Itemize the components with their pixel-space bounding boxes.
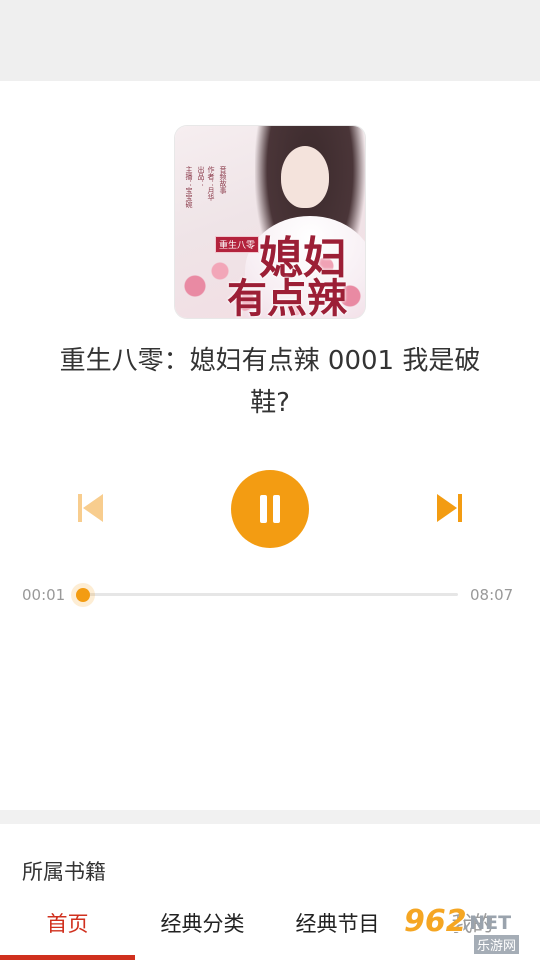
episode-title: 重生八零：媳妇有点辣 0001 我是破鞋? [59,346,481,418]
tab-classic-programs[interactable]: 经典节目 [270,886,405,960]
section-divider [0,810,540,824]
tab-home[interactable]: 首页 [0,886,135,960]
total-time: 08:07 [470,586,514,604]
section-title: 所属书籍 [22,860,106,884]
next-button[interactable] [430,488,470,528]
current-time: 00:01 [22,586,66,604]
book-cover-image: 主播：宝宝碗 出品： 作者：月华 音频故事 重生八零 媳妇 有点辣 [175,126,365,318]
tab-classic-categories-label: 经典分类 [160,912,245,936]
cover-face [281,146,329,208]
pause-icon [260,495,280,523]
tab-home-label: 首页 [46,912,89,936]
skip-next-icon [437,494,462,522]
watermark-site: 乐游网 [474,935,520,954]
progress-track[interactable] [82,593,458,596]
cover-credits-b: 出品： [197,166,205,187]
play-pause-button[interactable] [231,470,309,548]
tab-active-indicator [0,955,135,960]
cover-credits-a: 主播：宝宝碗 [185,166,193,208]
tab-classic-programs-label: 经典节目 [295,912,380,936]
tab-classic-categories[interactable]: 经典分类 [135,886,270,960]
previous-button[interactable] [70,488,110,528]
top-bar [0,0,540,81]
skip-previous-icon [78,494,103,522]
cover-tag: 重生八零 [215,236,260,253]
cover-credits-c: 作者：月华 [207,166,215,201]
watermark-number: 962 [404,904,467,939]
player-screen: 主播：宝宝碗 出品： 作者：月华 音频故事 重生八零 媳妇 有点辣 重生八零：媳… [0,0,540,960]
cover-credits-d: 音频故事 [219,166,227,194]
progress-knob[interactable] [76,588,90,602]
watermark-net: .NET [462,912,512,934]
cover-title-line2: 有点辣 [227,275,347,318]
